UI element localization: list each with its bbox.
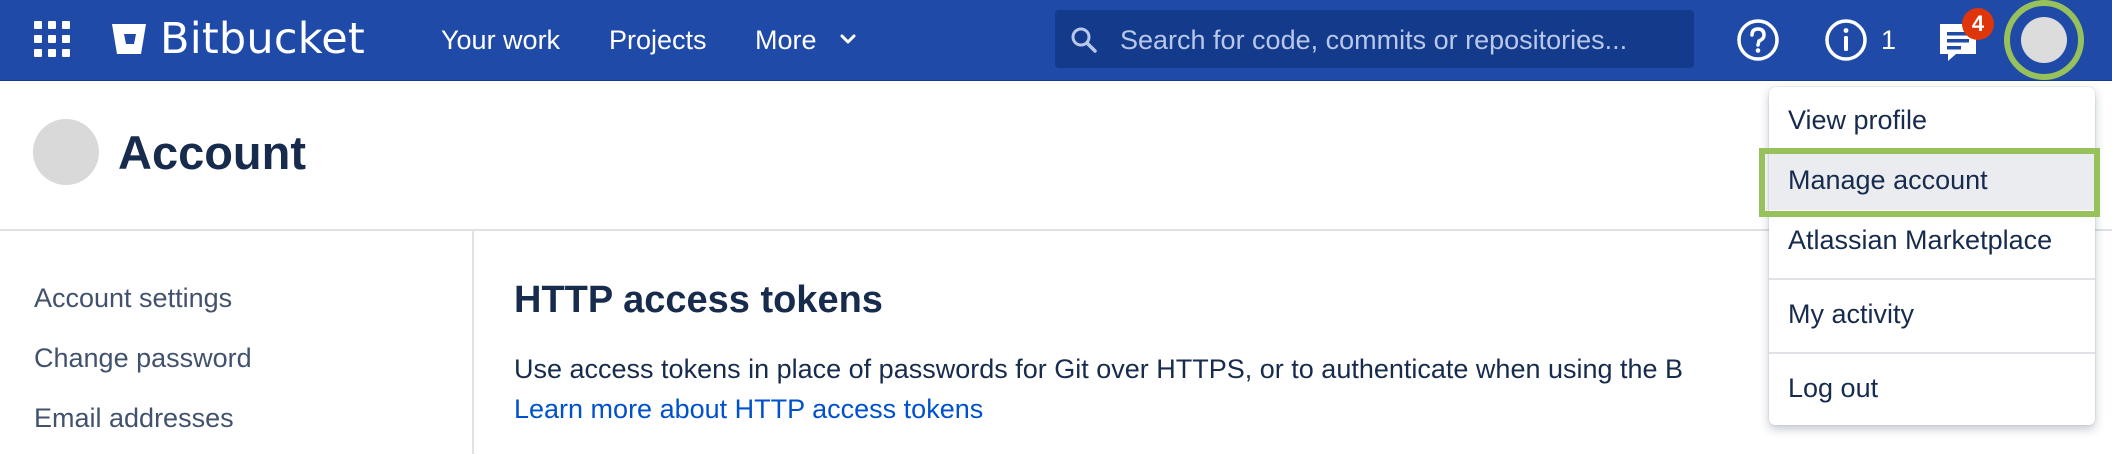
notifications-badge: 4 xyxy=(1962,8,1994,40)
menu-divider xyxy=(1769,278,2095,280)
menu-item-my-activity[interactable]: My activity xyxy=(1769,284,2095,344)
sidebar-item-email-addresses[interactable]: Email addresses xyxy=(34,402,234,434)
nav-projects[interactable]: Projects xyxy=(609,24,707,56)
avatar xyxy=(33,119,99,185)
search-icon xyxy=(1071,27,1097,53)
help-icon[interactable] xyxy=(1735,17,1781,63)
section-title: HTTP access tokens xyxy=(514,279,883,321)
section-description: Use access tokens in place of passwords … xyxy=(514,354,1684,384)
menu-item-view-profile[interactable]: View profile xyxy=(1769,90,2095,150)
top-navigation-bar: Bitbucket Your work Projects More 1 4 xyxy=(0,0,2112,81)
menu-item-atlassian-marketplace[interactable]: Atlassian Marketplace xyxy=(1769,210,2095,270)
user-avatar-button[interactable] xyxy=(2021,17,2067,63)
search-box[interactable] xyxy=(1055,10,1694,68)
nav-more[interactable]: More xyxy=(755,24,817,56)
app-switcher-icon[interactable] xyxy=(34,21,70,57)
chevron-down-icon[interactable] xyxy=(838,28,858,52)
info-count: 1 xyxy=(1881,25,1897,55)
bitbucket-logo-icon[interactable] xyxy=(110,20,148,58)
account-sidebar: Account settings Change password Email a… xyxy=(0,231,474,454)
menu-divider xyxy=(1769,352,2095,354)
page-title: Account xyxy=(118,126,306,179)
sidebar-item-account-settings[interactable]: Account settings xyxy=(34,282,232,314)
brand-name[interactable]: Bitbucket xyxy=(160,14,365,64)
menu-item-manage-account[interactable]: Manage account xyxy=(1769,150,2095,210)
user-dropdown-menu: View profile Manage account Atlassian Ma… xyxy=(1769,87,2095,425)
search-input[interactable] xyxy=(1118,18,1682,62)
nav-your-work[interactable]: Your work xyxy=(441,24,560,56)
menu-item-log-out[interactable]: Log out xyxy=(1769,358,2095,418)
sidebar-item-change-password[interactable]: Change password xyxy=(34,342,252,374)
info-icon[interactable] xyxy=(1823,17,1869,63)
learn-more-link[interactable]: Learn more about HTTP access tokens xyxy=(514,392,983,426)
